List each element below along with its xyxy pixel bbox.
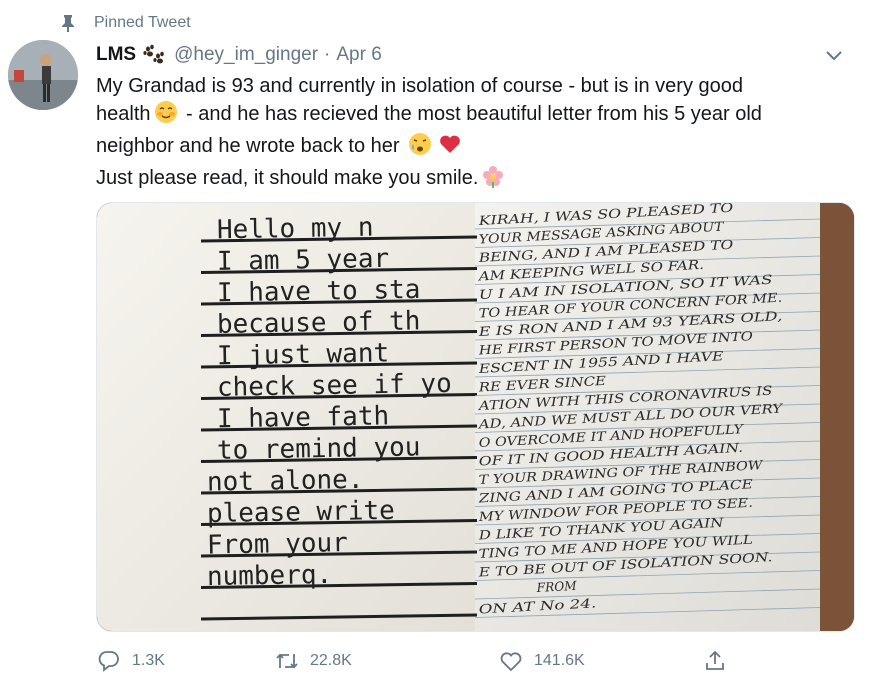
- crying-face-icon: [408, 132, 432, 164]
- blossom-icon: [481, 164, 505, 196]
- paw-prints-icon: [142, 44, 166, 66]
- heart-icon: [498, 648, 524, 674]
- smiling-face-icon: [154, 100, 178, 132]
- tweet-line: My Grandad is 93 and currently in isolat…: [96, 75, 743, 97]
- letter-line: I just want: [217, 338, 390, 371]
- like-button[interactable]: 141.6K: [498, 648, 585, 674]
- reply-count: 1.3K: [132, 652, 165, 669]
- like-count: 141.6K: [534, 652, 585, 669]
- letter-line: numberq.: [207, 560, 333, 592]
- letter-line: to remind you: [217, 432, 421, 466]
- pinned-tweet-label: Pinned Tweet: [58, 10, 191, 36]
- pin-icon: [58, 13, 78, 33]
- share-button[interactable]: [702, 648, 738, 674]
- avatar[interactable]: [8, 40, 78, 110]
- tweet-line: neighbor and he wrote back to her: [96, 132, 866, 164]
- tweet-date[interactable]: Apr 6: [336, 44, 381, 66]
- author-name[interactable]: LMS: [96, 44, 136, 66]
- share-icon: [702, 648, 728, 674]
- reply-button[interactable]: 1.3K: [96, 648, 165, 674]
- chevron-down-icon[interactable]: [822, 44, 846, 68]
- separator-dot: ·: [324, 44, 331, 65]
- letter-line: check see if yo: [217, 369, 452, 403]
- letter-line: From your: [207, 528, 348, 560]
- author-handle[interactable]: @hey_im_ginger: [174, 44, 318, 66]
- tweet-header: LMS @hey_im_ginger · Apr 6: [96, 40, 860, 70]
- letter-line: not alone.: [207, 465, 364, 498]
- tweet-photo[interactable]: Hello my nI am 5 year I have to sta becaus…: [96, 202, 855, 632]
- retweet-button[interactable]: 22.8K: [274, 648, 352, 674]
- tweet-line: Just please read, it should make you smi…: [96, 164, 866, 196]
- letter-line: because of th: [217, 306, 421, 340]
- pinned-text: Pinned Tweet: [94, 14, 191, 31]
- tweet-text: My Grandad is 93 and currently in isolat…: [96, 72, 866, 196]
- letter-line: Hello my n: [217, 213, 374, 246]
- letter-line: please write: [207, 496, 395, 529]
- letter-line: I have to sta: [217, 275, 421, 309]
- tweet-actions: 1.3K 22.8K 141.6K: [96, 644, 736, 678]
- red-heart-icon: [438, 132, 462, 164]
- letter-line: I have fath: [217, 401, 390, 434]
- retweet-icon: [274, 648, 300, 674]
- letters-photo: Hello my nI am 5 yearI have to stabecaus…: [97, 203, 854, 631]
- reply-icon: [96, 648, 122, 674]
- retweet-count: 22.8K: [310, 652, 352, 669]
- letter-line: FROM: [535, 578, 578, 595]
- tweet-line: health - and he has recieved the most be…: [96, 100, 866, 132]
- letter-line: I am 5 year: [217, 244, 390, 277]
